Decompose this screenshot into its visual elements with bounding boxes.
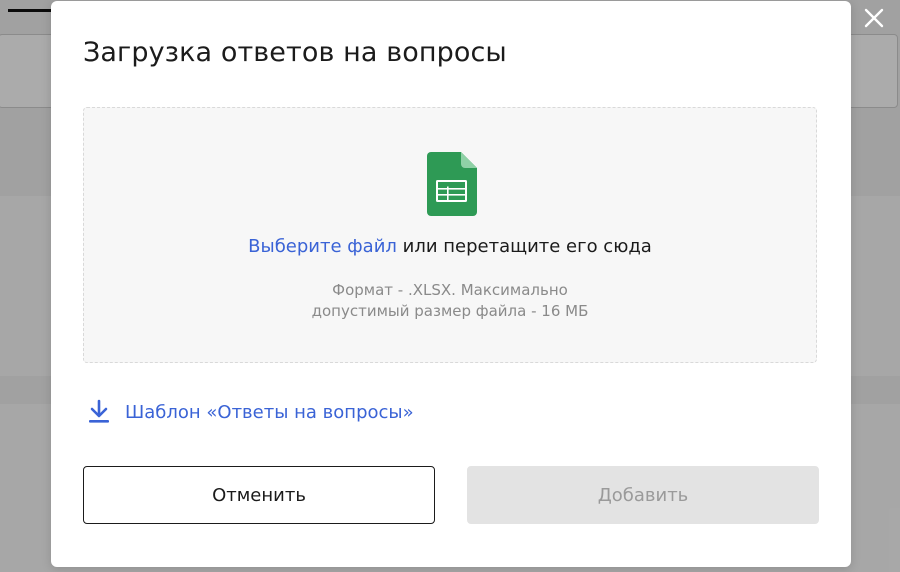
hint-line-2: допустимый размер файла - 16 МБ <box>311 302 589 320</box>
file-format-hint: Формат - .XLSX. Максимально допустимый р… <box>84 280 816 322</box>
hint-line-1: Формат - .XLSX. Максимально <box>332 281 568 299</box>
drop-here-text: или перетащите его сюда <box>396 236 652 257</box>
spreadsheet-icon <box>427 152 477 216</box>
upload-dialog: Загрузка ответов на вопросы Выберите фай… <box>51 1 851 567</box>
download-icon <box>89 399 109 423</box>
cancel-button[interactable]: Отменить <box>83 466 435 524</box>
close-icon[interactable] <box>862 6 886 30</box>
download-template-link[interactable]: Шаблон «Ответы на вопросы» <box>87 399 414 425</box>
choose-file-link[interactable]: Выберите файл <box>248 236 397 257</box>
page-background: Загрузка ответов на вопросы Выберите фай… <box>0 0 900 572</box>
add-button[interactable]: Добавить <box>467 466 819 524</box>
file-dropzone[interactable]: Выберите файл или перетащите его сюда Фо… <box>83 107 817 363</box>
dropzone-instruction: Выберите файл или перетащите его сюда <box>84 236 816 257</box>
template-link-label: Шаблон «Ответы на вопросы» <box>125 401 414 423</box>
dialog-title: Загрузка ответов на вопросы <box>83 37 507 68</box>
